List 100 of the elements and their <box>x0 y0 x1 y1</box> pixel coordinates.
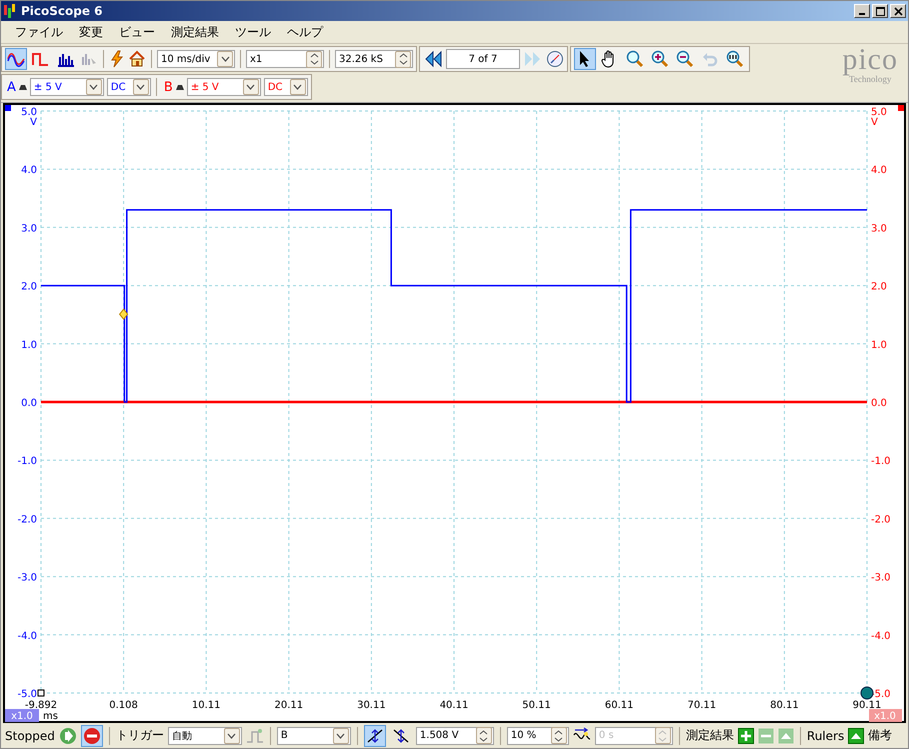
notes-label: 備考 <box>868 727 892 744</box>
waveform-icon[interactable] <box>5 48 27 70</box>
play-icon[interactable] <box>58 726 77 744</box>
maximize-button[interactable] <box>872 4 888 18</box>
menu-item[interactable]: 測定結果 <box>163 24 227 40</box>
lightning-icon[interactable] <box>109 50 125 68</box>
x-tick-label: 30.11 <box>357 700 386 711</box>
y-tick-label: -1.0 <box>871 456 891 468</box>
zoom-spinbox[interactable]: x1 <box>246 50 324 68</box>
y-tick-label: -4.0 <box>871 630 891 642</box>
y-tick-label: -5.0 <box>871 689 891 700</box>
x-tick-label: 80.11 <box>770 700 799 711</box>
channel-label[interactable]: A <box>7 80 16 94</box>
axis-unit: V <box>871 117 878 128</box>
spin-arrows-icon <box>478 728 490 742</box>
range-dropdown[interactable]: ± 5 V <box>30 78 104 96</box>
y-tick-label: -4.0 <box>17 630 37 642</box>
channel-marker-icon[interactable] <box>898 105 904 111</box>
trigger-level-spinbox[interactable]: 1.508 V <box>416 726 494 744</box>
axis-unit: V <box>30 117 37 128</box>
y-tick-label: 0.0 <box>21 398 37 409</box>
app-icon <box>3 3 17 19</box>
y-tick-label: 3.0 <box>871 223 887 234</box>
timebase-dropdown[interactable]: 10 ms/div <box>157 50 235 68</box>
cursor-bars-icon <box>80 51 98 67</box>
buffer-field[interactable]: 7 of 7 <box>446 49 520 69</box>
minimize-button[interactable] <box>854 4 870 18</box>
y-tick-label: 0.0 <box>871 398 887 409</box>
x-tick-label: 50.11 <box>522 700 551 711</box>
x-tick-label: -9.892 <box>24 700 58 711</box>
spin-arrows-icon <box>553 728 564 742</box>
house-icon[interactable] <box>128 50 146 68</box>
y-tick-label: -3.0 <box>871 572 891 584</box>
caret-icon <box>89 84 98 90</box>
menu-item[interactable]: ファイル <box>7 24 71 40</box>
y-tick-label: -5.0 <box>17 689 37 700</box>
probe-icon[interactable] <box>176 84 184 90</box>
minimize-icon <box>859 13 865 15</box>
window-title: PicoScope 6 <box>21 4 103 18</box>
trigger-mode-dropdown[interactable]: 自動 <box>168 726 242 744</box>
spin-arrows-icon <box>657 728 668 742</box>
menu-item[interactable]: ヘルプ <box>279 24 331 40</box>
menu-item[interactable]: ツール <box>227 24 279 40</box>
menu-item[interactable]: ビュー <box>111 24 163 40</box>
channel-label[interactable]: B <box>164 80 173 94</box>
y-tick-label: 5.0 <box>871 107 887 118</box>
pre-trigger-spinbox[interactable]: 10 % <box>506 726 569 744</box>
y-tick-label: 1.0 <box>21 340 37 351</box>
close-icon <box>894 6 902 16</box>
caret-icon <box>336 732 346 738</box>
remove-icon <box>758 728 774 744</box>
range-dropdown[interactable]: ± 5 V <box>186 78 261 96</box>
pointer-icon[interactable] <box>574 48 596 70</box>
y-tick-label: -2.0 <box>17 514 37 526</box>
x-tick-label: 90.11 <box>852 700 882 711</box>
rulers-label: Rulers <box>806 728 844 742</box>
maximize-icon <box>876 6 884 16</box>
trigger-source-dropdown[interactable]: B <box>276 726 351 744</box>
y-tick-label: 2.0 <box>21 282 37 293</box>
probe-icon[interactable] <box>18 84 27 90</box>
fast-forward-icon <box>523 50 543 68</box>
compass-icon[interactable] <box>546 50 564 68</box>
y-tick-label: -2.0 <box>871 514 891 526</box>
spin-arrows-icon <box>308 52 320 66</box>
rising-edge-icon[interactable] <box>364 724 386 746</box>
caret-icon <box>227 732 236 738</box>
trigger-marker-icon[interactable] <box>118 308 128 320</box>
x-tick-label: 0.108 <box>109 700 138 711</box>
caret-icon <box>136 84 146 90</box>
caret-icon <box>246 84 256 90</box>
zoom-out-icon[interactable] <box>674 48 696 70</box>
spin-arrows-icon <box>398 52 408 66</box>
measurements-label: 測定結果 <box>686 727 734 744</box>
samples-spinbox[interactable]: 32.26 kS <box>335 50 413 68</box>
logo-tagline: Technology <box>848 74 892 84</box>
coupling-dropdown[interactable]: DC <box>264 78 308 96</box>
logo-wordmark: pico <box>842 46 898 74</box>
status-text: Stopped <box>5 728 55 742</box>
add-icon[interactable] <box>738 728 754 744</box>
menu-item[interactable]: 変更 <box>71 24 111 40</box>
y-tick-label: -3.0 <box>17 572 37 584</box>
x-tick-label: 20.11 <box>274 700 304 711</box>
zoom-in-icon[interactable] <box>649 48 671 70</box>
magnifier-icon[interactable] <box>724 48 746 70</box>
x-tick-label: 60.11 <box>604 700 634 711</box>
close-button[interactable] <box>890 4 906 18</box>
x-tick-label: 40.11 <box>440 700 468 711</box>
trigger-label: トリガー <box>116 727 164 744</box>
y-tick-label: -1.0 <box>17 456 37 468</box>
rewind-icon[interactable] <box>423 50 443 68</box>
x-tick-label: 10.11 <box>192 700 221 711</box>
stop-button[interactable] <box>80 724 103 746</box>
caret-icon <box>220 56 230 62</box>
y-tick-label: 4.0 <box>871 165 887 176</box>
ruler-handle-icon[interactable] <box>860 686 874 700</box>
y-tick-label: 1.0 <box>871 340 887 351</box>
coupling-dropdown[interactable]: DC <box>106 78 151 96</box>
caret-icon <box>293 84 302 90</box>
ruler-handle-icon[interactable] <box>38 690 44 696</box>
channel-marker-icon[interactable] <box>5 105 11 111</box>
